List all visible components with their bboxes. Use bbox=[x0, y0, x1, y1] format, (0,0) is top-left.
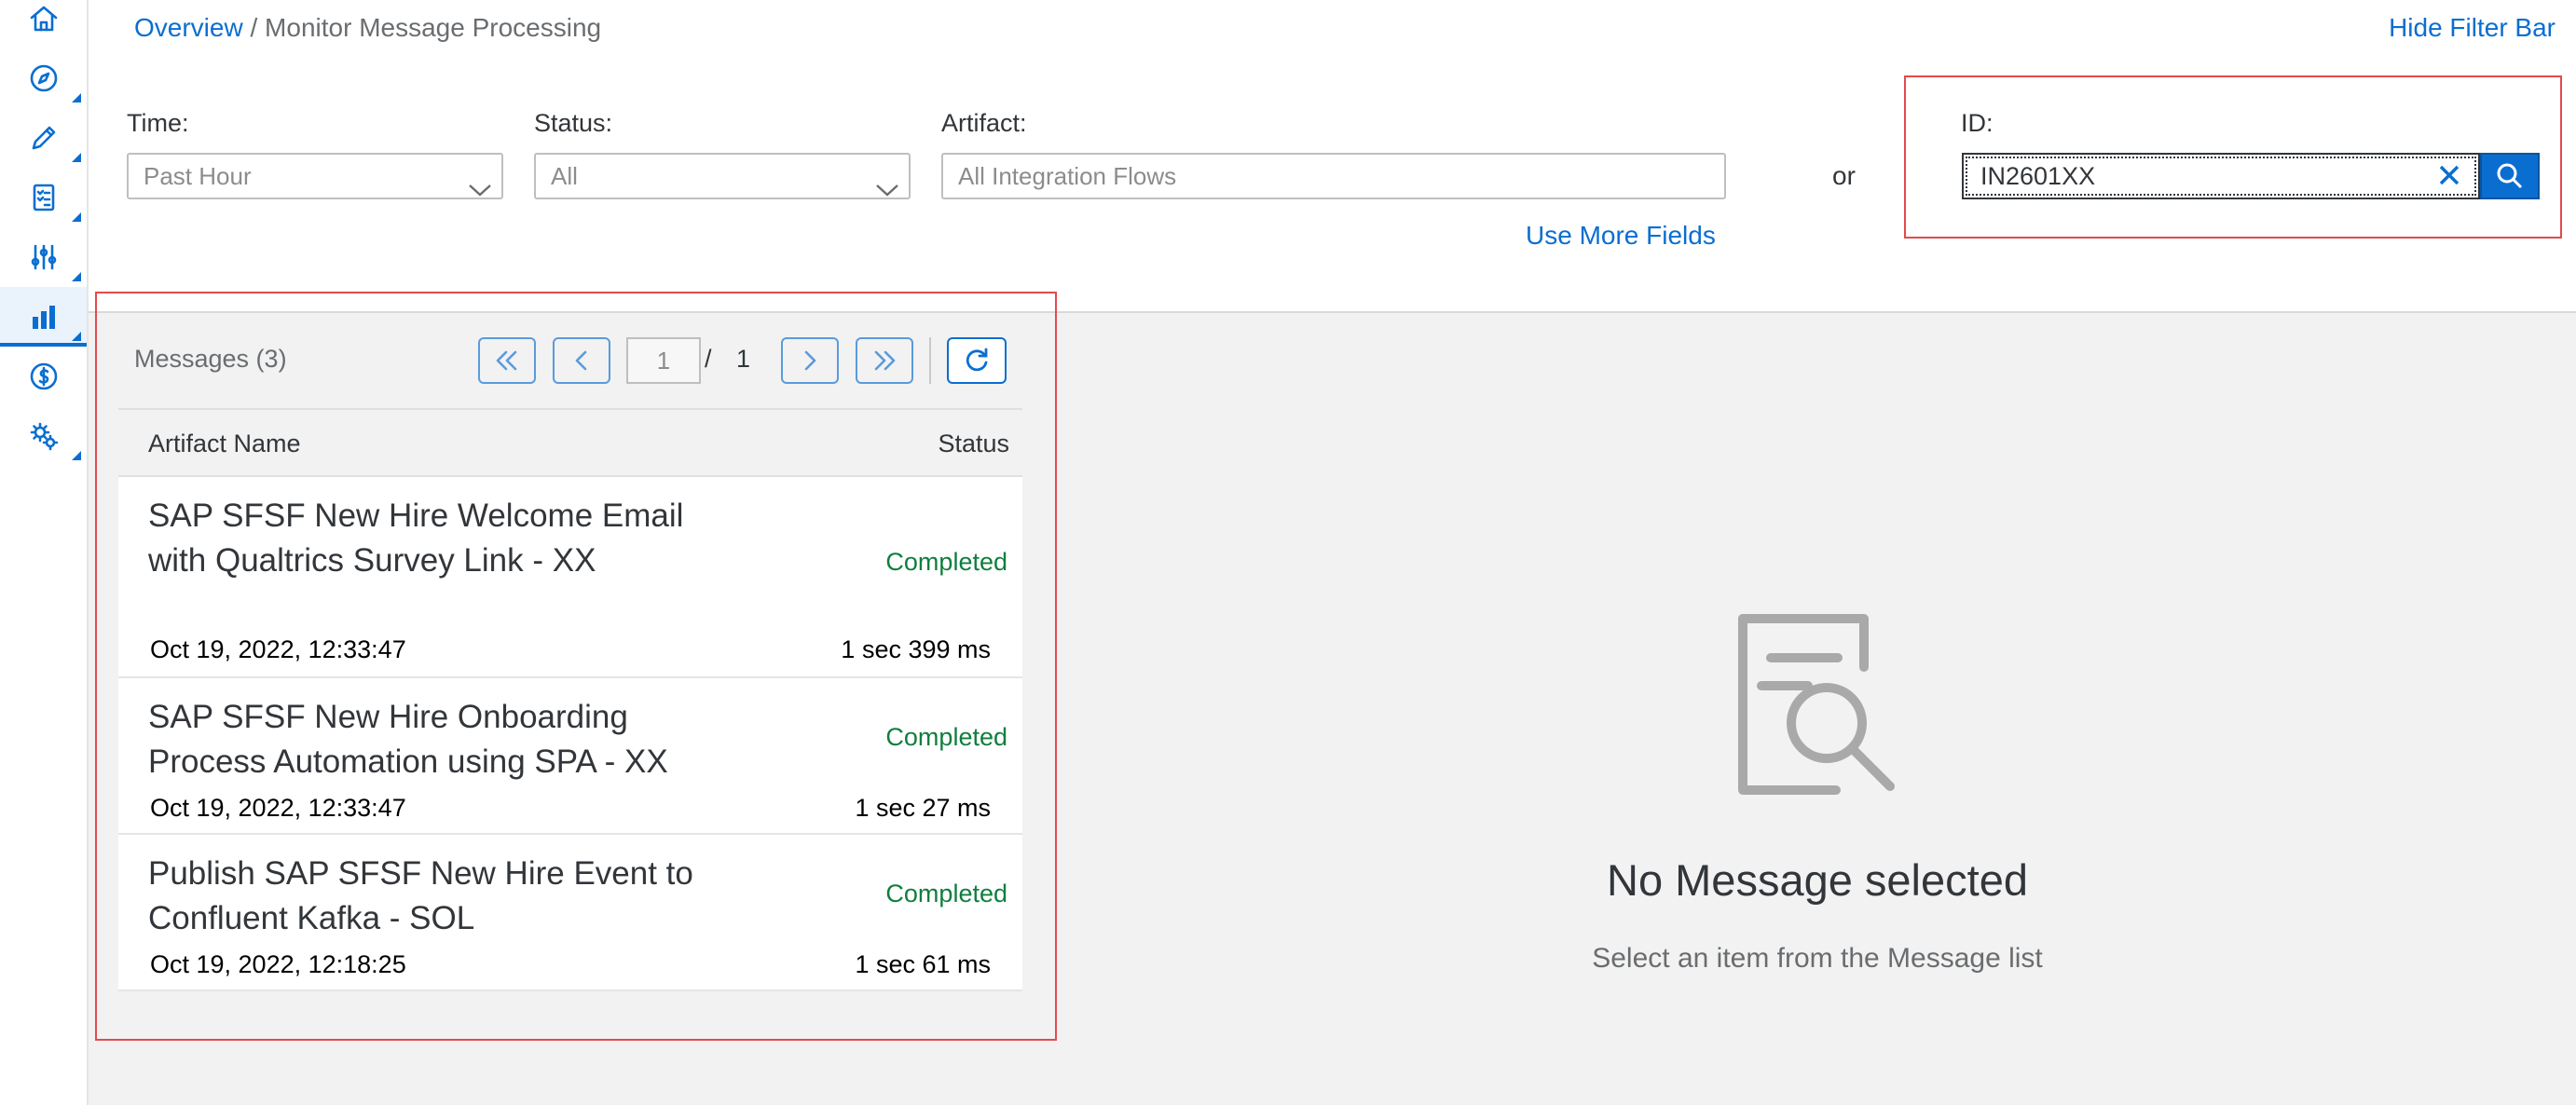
nav-settings-sliders[interactable] bbox=[0, 227, 87, 287]
id-input[interactable]: IN2601XX bbox=[1962, 153, 2480, 199]
expand-indicator-icon bbox=[72, 93, 81, 102]
message-date: Oct 19, 2022, 12:18:25 bbox=[150, 950, 406, 978]
message-duration: 1 sec 61 ms bbox=[855, 950, 991, 978]
chevron-down-icon bbox=[468, 168, 491, 197]
chevron-left-icon bbox=[575, 350, 587, 371]
search-icon bbox=[2497, 163, 2523, 189]
time-select[interactable]: Past Hour bbox=[127, 153, 503, 199]
message-date: Oct 19, 2022, 12:33:47 bbox=[150, 794, 406, 822]
page-number-input[interactable]: 1 bbox=[626, 337, 701, 384]
refresh-icon bbox=[966, 348, 988, 372]
expand-indicator-icon bbox=[72, 332, 81, 341]
chevron-right-icon bbox=[804, 350, 816, 371]
first-page-button[interactable] bbox=[478, 337, 536, 384]
message-artifact-name: SAP SFSF New Hire Onboarding Process Aut… bbox=[148, 699, 668, 780]
expand-indicator-icon bbox=[72, 153, 81, 162]
nav-settings[interactable] bbox=[0, 406, 87, 466]
message-status: Completed bbox=[885, 548, 1007, 576]
double-chevron-right-icon bbox=[874, 350, 896, 371]
empty-state-subtitle: Select an item from the Message list bbox=[1592, 943, 2043, 974]
bar-chart-icon bbox=[32, 306, 55, 329]
breadcrumb-current: Monitor Message Processing bbox=[265, 13, 602, 42]
table-row[interactable]: SAP SFSF New Hire Onboarding Process Aut… bbox=[118, 678, 1022, 835]
page-separator: / bbox=[705, 345, 712, 373]
id-search-button[interactable] bbox=[2480, 153, 2540, 199]
time-label: Time: bbox=[127, 109, 189, 137]
message-status: Completed bbox=[885, 880, 1007, 907]
id-label: ID: bbox=[1961, 109, 1994, 137]
table-row[interactable]: Publish SAP SFSF New Hire Event to Confl… bbox=[118, 835, 1022, 991]
breadcrumb-overview-link[interactable]: Overview bbox=[134, 13, 243, 42]
nav-discover[interactable] bbox=[0, 48, 87, 108]
breadcrumb-separator: / bbox=[242, 13, 266, 42]
dollar-icon bbox=[30, 362, 57, 390]
hide-filter-bar-link[interactable]: Hide Filter Bar bbox=[2389, 13, 2555, 43]
side-navigation bbox=[0, 0, 89, 1105]
table-row[interactable]: SAP SFSF New Hire Welcome Email with Qua… bbox=[118, 477, 1022, 678]
message-artifact-name: SAP SFSF New Hire Welcome Email with Qua… bbox=[148, 498, 684, 579]
artifact-label: Artifact: bbox=[941, 109, 1027, 137]
gears-icon bbox=[30, 422, 58, 451]
document-search-icon bbox=[1733, 611, 1901, 798]
table-header: Artifact Name Status bbox=[118, 408, 1022, 477]
nav-design[interactable] bbox=[0, 108, 87, 168]
next-page-button[interactable] bbox=[781, 337, 839, 384]
compass-icon bbox=[30, 64, 57, 92]
message-duration: 1 sec 27 ms bbox=[855, 794, 991, 822]
use-more-fields-link[interactable]: Use More Fields bbox=[1526, 221, 1716, 251]
expand-indicator-icon bbox=[72, 212, 81, 222]
status-label: Status: bbox=[534, 109, 613, 137]
clear-icon[interactable] bbox=[2432, 158, 2466, 192]
nav-monitor-checklist[interactable] bbox=[0, 168, 87, 227]
nav-monitor[interactable] bbox=[0, 287, 87, 347]
message-date: Oct 19, 2022, 12:33:47 bbox=[150, 635, 406, 663]
column-header-artifact-name: Artifact Name bbox=[148, 430, 301, 457]
message-artifact-name: Publish SAP SFSF New Hire Event to Confl… bbox=[148, 855, 693, 936]
messages-table: Artifact Name Status SAP SFSF New Hire W… bbox=[118, 408, 1022, 991]
id-input-value: IN2601XX bbox=[1980, 162, 2096, 190]
home-icon bbox=[30, 6, 57, 32]
nav-billing[interactable] bbox=[0, 347, 87, 406]
messages-count: Messages (3) bbox=[134, 345, 287, 373]
sliders-icon bbox=[31, 244, 56, 270]
status-select[interactable]: All bbox=[534, 153, 911, 199]
empty-state-title: No Message selected bbox=[1607, 855, 2028, 905]
checklist-icon bbox=[33, 184, 54, 211]
nav-home[interactable] bbox=[0, 0, 87, 48]
previous-page-button[interactable] bbox=[553, 337, 610, 384]
expand-indicator-icon bbox=[72, 272, 81, 281]
time-select-value: Past Hour bbox=[144, 162, 252, 190]
toolbar-divider bbox=[929, 337, 931, 384]
breadcrumb: Overview / Monitor Message Processing bbox=[134, 13, 601, 43]
refresh-button[interactable] bbox=[947, 337, 1007, 384]
message-duration: 1 sec 399 ms bbox=[841, 635, 991, 663]
last-page-button[interactable] bbox=[856, 337, 913, 384]
page-total: 1 bbox=[736, 345, 751, 373]
pencil-icon bbox=[32, 126, 55, 150]
status-select-value: All bbox=[551, 162, 578, 190]
artifact-input[interactable]: All Integration Flows bbox=[941, 153, 1726, 199]
page-header: Overview / Monitor Message Processing Hi… bbox=[89, 0, 2576, 68]
or-label: or bbox=[1832, 161, 1856, 190]
artifact-input-placeholder: All Integration Flows bbox=[958, 162, 1177, 190]
double-chevron-left-icon bbox=[496, 350, 517, 371]
expand-indicator-icon bbox=[72, 451, 81, 460]
chevron-down-icon bbox=[875, 168, 898, 197]
message-status: Completed bbox=[885, 723, 1007, 751]
column-header-status: Status bbox=[938, 430, 1009, 457]
